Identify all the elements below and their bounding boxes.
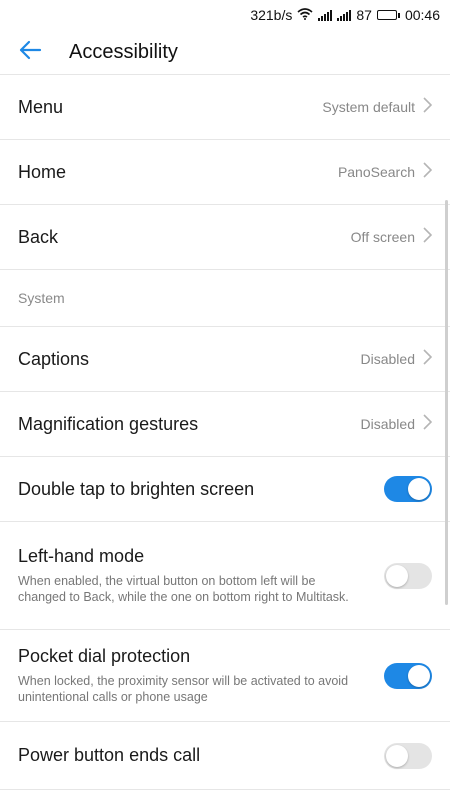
chevron-right-icon [423, 96, 433, 118]
setting-row-captions[interactable]: Captions Disabled [0, 327, 450, 392]
setting-row-power-ends-call: Power button ends call [0, 722, 450, 790]
setting-row-left-hand-mode: Left-hand mode When enabled, the virtual… [0, 522, 450, 630]
row-label: Magnification gestures [18, 413, 199, 434]
row-label: Menu [18, 96, 64, 117]
row-label: Back [18, 226, 59, 247]
setting-row-double-tap-brighten: Double tap to brighten screen [0, 457, 450, 522]
row-description: When locked, the proximity sensor will b… [18, 674, 349, 704]
battery-icon [376, 10, 400, 20]
setting-row-home[interactable]: Home PanoSearch [0, 140, 450, 205]
network-speed: 321b/s [250, 7, 293, 23]
clock: 00:46 [404, 7, 440, 23]
row-value: PanoSearch [337, 164, 415, 180]
setting-row-pocket-dial: Pocket dial protection When locked, the … [0, 630, 450, 722]
signal-icon [337, 9, 352, 21]
back-button[interactable] [0, 30, 60, 74]
setting-row-menu[interactable]: Menu System default [0, 75, 450, 140]
section-title: System [18, 290, 65, 306]
row-label: Home [18, 161, 67, 182]
left-hand-mode-toggle[interactable] [384, 562, 432, 589]
toggle-knob [408, 664, 430, 687]
power-ends-call-toggle[interactable] [384, 742, 432, 769]
row-label: Left-hand mode [18, 546, 145, 566]
setting-row-magnification-gestures[interactable]: Magnification gestures Disabled [0, 392, 450, 457]
chevron-right-icon [423, 226, 433, 248]
app-bar: Accessibility [0, 30, 450, 74]
signal-icon [318, 9, 333, 21]
double-tap-toggle[interactable] [384, 476, 432, 502]
scrollbar[interactable] [445, 200, 448, 605]
settings-list: Menu System default Home PanoSearch Back… [0, 74, 450, 790]
section-header-system: System [0, 270, 450, 327]
row-value: Disabled [360, 416, 415, 432]
pocket-dial-toggle[interactable] [384, 662, 432, 689]
chevron-right-icon [423, 413, 433, 435]
setting-row-back[interactable]: Back Off screen [0, 205, 450, 270]
row-label: Power button ends call [18, 745, 201, 765]
page-title: Accessibility [69, 40, 178, 63]
chevron-right-icon [423, 161, 433, 183]
toggle-knob [408, 478, 430, 500]
row-value: System default [322, 99, 415, 115]
row-label: Double tap to brighten screen [18, 478, 255, 499]
toggle-knob [386, 744, 408, 767]
row-value: Disabled [360, 351, 415, 367]
toggle-knob [386, 564, 408, 587]
back-arrow-icon [18, 40, 42, 65]
row-description: When enabled, the virtual button on bott… [18, 574, 349, 604]
battery-level: 87 [356, 7, 372, 23]
chevron-right-icon [423, 348, 433, 370]
row-label: Captions [18, 348, 90, 369]
wifi-icon [297, 7, 313, 23]
row-value: Off screen [350, 229, 415, 245]
status-bar: 321b/s 87 00:46 [0, 0, 450, 30]
row-label: Pocket dial protection [18, 646, 191, 666]
